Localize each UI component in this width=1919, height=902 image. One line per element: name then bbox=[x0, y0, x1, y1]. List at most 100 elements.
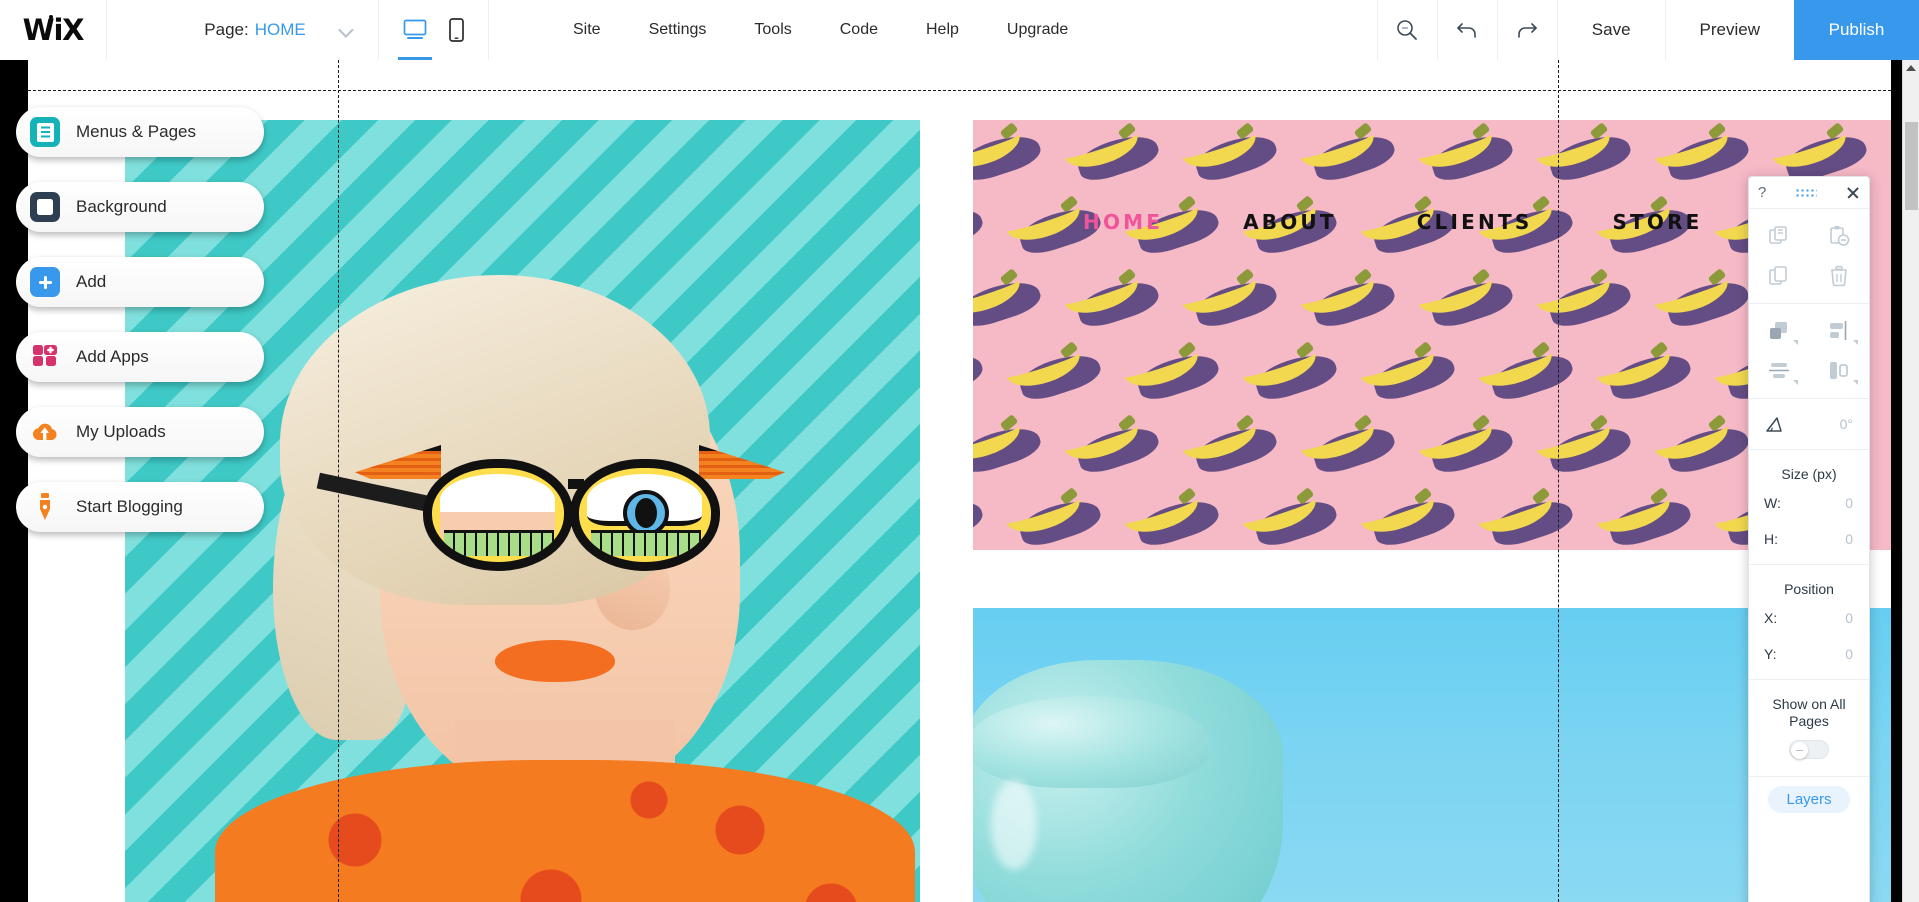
model-patterned-top bbox=[215, 760, 915, 902]
sidebar-item-label: Menus & Pages bbox=[76, 122, 197, 141]
page-selector[interactable]: Page: HOME bbox=[107, 0, 379, 60]
banana-icon bbox=[1295, 409, 1399, 478]
banana-shadow bbox=[973, 201, 987, 259]
align-icon[interactable] bbox=[1809, 311, 1869, 351]
height-value[interactable]: 0 bbox=[1845, 531, 1853, 547]
preview-button[interactable]: Preview bbox=[1664, 0, 1794, 60]
banana-icon bbox=[1177, 263, 1281, 332]
sidebar-item-my-uploads[interactable]: My Uploads bbox=[16, 407, 264, 457]
banana-icon bbox=[1767, 120, 1871, 186]
page-selector-label: Page: bbox=[204, 20, 249, 39]
toolbar-panel-header: ? bbox=[1749, 177, 1869, 209]
undo-icon[interactable] bbox=[1436, 0, 1497, 60]
nav-link-store[interactable]: STORE bbox=[1572, 210, 1742, 234]
banana-icon bbox=[1413, 120, 1517, 186]
banana-icon bbox=[1591, 482, 1695, 550]
sidebar-item-label: Start Blogging bbox=[76, 497, 183, 516]
banana-icon bbox=[1119, 482, 1223, 550]
top-toolbar: WiX Page: HOME Site Settings Tools Code … bbox=[0, 0, 1919, 60]
banana-icon bbox=[1649, 120, 1753, 186]
menu-item-help[interactable]: Help bbox=[902, 0, 983, 60]
site-canvas[interactable]: HOME ABOUT CLIENTS STORE bbox=[28, 60, 1891, 902]
menu-item-settings[interactable]: Settings bbox=[625, 0, 731, 60]
menu-item-site[interactable]: Site bbox=[549, 0, 625, 60]
sidebar-item-label: My Uploads bbox=[76, 422, 166, 441]
horizontal-guide bbox=[28, 90, 1891, 91]
sidebar-item-menus-pages[interactable]: Menus & Pages bbox=[16, 107, 264, 157]
position-x-label: X: bbox=[1764, 610, 1778, 626]
add-plus-icon bbox=[30, 267, 60, 297]
position-y-value[interactable]: 0 bbox=[1845, 646, 1853, 662]
vertical-scrollbar[interactable] bbox=[1902, 60, 1919, 902]
save-button[interactable]: Save bbox=[1556, 0, 1665, 60]
sidebar-item-background[interactable]: Background bbox=[16, 182, 264, 232]
paste-icon[interactable] bbox=[1809, 216, 1869, 256]
banana-icon bbox=[1295, 120, 1399, 186]
banana-icon bbox=[1591, 336, 1695, 405]
banana-icon bbox=[1177, 120, 1281, 186]
question-mark-icon[interactable]: ? bbox=[1758, 184, 1766, 201]
lens-lashes bbox=[591, 530, 701, 556]
menu-item-code[interactable]: Code bbox=[816, 0, 902, 60]
banana-icon bbox=[1059, 263, 1163, 332]
publish-button[interactable]: Publish bbox=[1794, 0, 1919, 60]
show-on-all-pages-toggle[interactable] bbox=[1789, 740, 1829, 759]
model-lips bbox=[495, 640, 615, 682]
banana-icon bbox=[1355, 482, 1459, 550]
toggle-knob bbox=[1791, 742, 1808, 759]
layers-button[interactable]: Layers bbox=[1768, 786, 1850, 813]
delete-icon[interactable] bbox=[1809, 256, 1869, 296]
rotation-angle-icon[interactable] bbox=[1764, 415, 1784, 433]
sunglasses-right-wing bbox=[699, 445, 785, 479]
match-size-icon[interactable] bbox=[1809, 351, 1869, 391]
arrange-icon[interactable] bbox=[1749, 311, 1809, 351]
mobile-view-icon[interactable] bbox=[449, 0, 464, 60]
sunglasses-left-lens bbox=[423, 459, 573, 571]
left-tool-panel: Menus & Pages Background Add Add Apps My… bbox=[16, 107, 276, 557]
toolbar-clipboard-actions bbox=[1749, 209, 1869, 304]
banana-icon bbox=[1001, 482, 1105, 550]
nav-link-clients[interactable]: CLIENTS bbox=[1377, 210, 1573, 234]
nav-link-home[interactable]: HOME bbox=[1043, 210, 1203, 234]
distribute-icon[interactable] bbox=[1749, 351, 1809, 391]
sidebar-item-label: Background bbox=[76, 197, 167, 216]
scrollbar-thumb[interactable] bbox=[1905, 122, 1918, 210]
nav-link-about[interactable]: ABOUT bbox=[1203, 210, 1377, 234]
show-on-all-pages-label: Show on All Pages bbox=[1772, 696, 1846, 729]
background-icon bbox=[30, 192, 60, 222]
banana-icon bbox=[1413, 409, 1517, 478]
desktop-view-icon[interactable] bbox=[398, 0, 432, 60]
element-toolbar-panel[interactable]: ? 0° Size (px) W: 0 H: 0 Position X: 0 Y… bbox=[1748, 176, 1870, 902]
banana-icon bbox=[1413, 263, 1517, 332]
drag-grip-icon[interactable] bbox=[1795, 188, 1818, 197]
position-x-value[interactable]: 0 bbox=[1845, 610, 1853, 626]
banana-icon bbox=[1237, 336, 1341, 405]
duplicate-icon[interactable] bbox=[1749, 256, 1809, 296]
zoom-out-icon[interactable] bbox=[1376, 0, 1437, 60]
site-navigation-menu[interactable]: HOME ABOUT CLIENTS STORE bbox=[1043, 210, 1743, 234]
sidebar-item-add-apps[interactable]: Add Apps bbox=[16, 332, 264, 382]
ceramic-jar-lid bbox=[973, 696, 1209, 788]
banana-icon bbox=[1531, 409, 1635, 478]
close-icon[interactable] bbox=[1846, 186, 1860, 200]
toolbar-rotation-row: 0° bbox=[1749, 399, 1869, 450]
sidebar-item-add[interactable]: Add bbox=[16, 257, 264, 307]
toolbar-arrange-actions bbox=[1749, 304, 1869, 399]
menu-item-upgrade[interactable]: Upgrade bbox=[983, 0, 1092, 60]
chevron-down-icon[interactable] bbox=[338, 22, 354, 38]
redo-icon[interactable] bbox=[1496, 0, 1557, 60]
banana-shadow bbox=[973, 347, 987, 405]
banana-icon bbox=[973, 120, 1045, 186]
banana-icon bbox=[1531, 263, 1635, 332]
banana-icon bbox=[973, 409, 1045, 478]
wix-logo[interactable]: WiX bbox=[0, 0, 107, 60]
width-value[interactable]: 0 bbox=[1845, 495, 1853, 511]
rotation-angle-value[interactable]: 0° bbox=[1840, 416, 1853, 432]
scroll-up-arrow-icon[interactable] bbox=[1906, 65, 1916, 71]
lens-lashes bbox=[444, 530, 554, 556]
sidebar-item-start-blogging[interactable]: Start Blogging bbox=[16, 482, 264, 532]
menu-item-tools[interactable]: Tools bbox=[730, 0, 815, 60]
banana-icon bbox=[1177, 409, 1281, 478]
copy-icon[interactable] bbox=[1749, 216, 1809, 256]
